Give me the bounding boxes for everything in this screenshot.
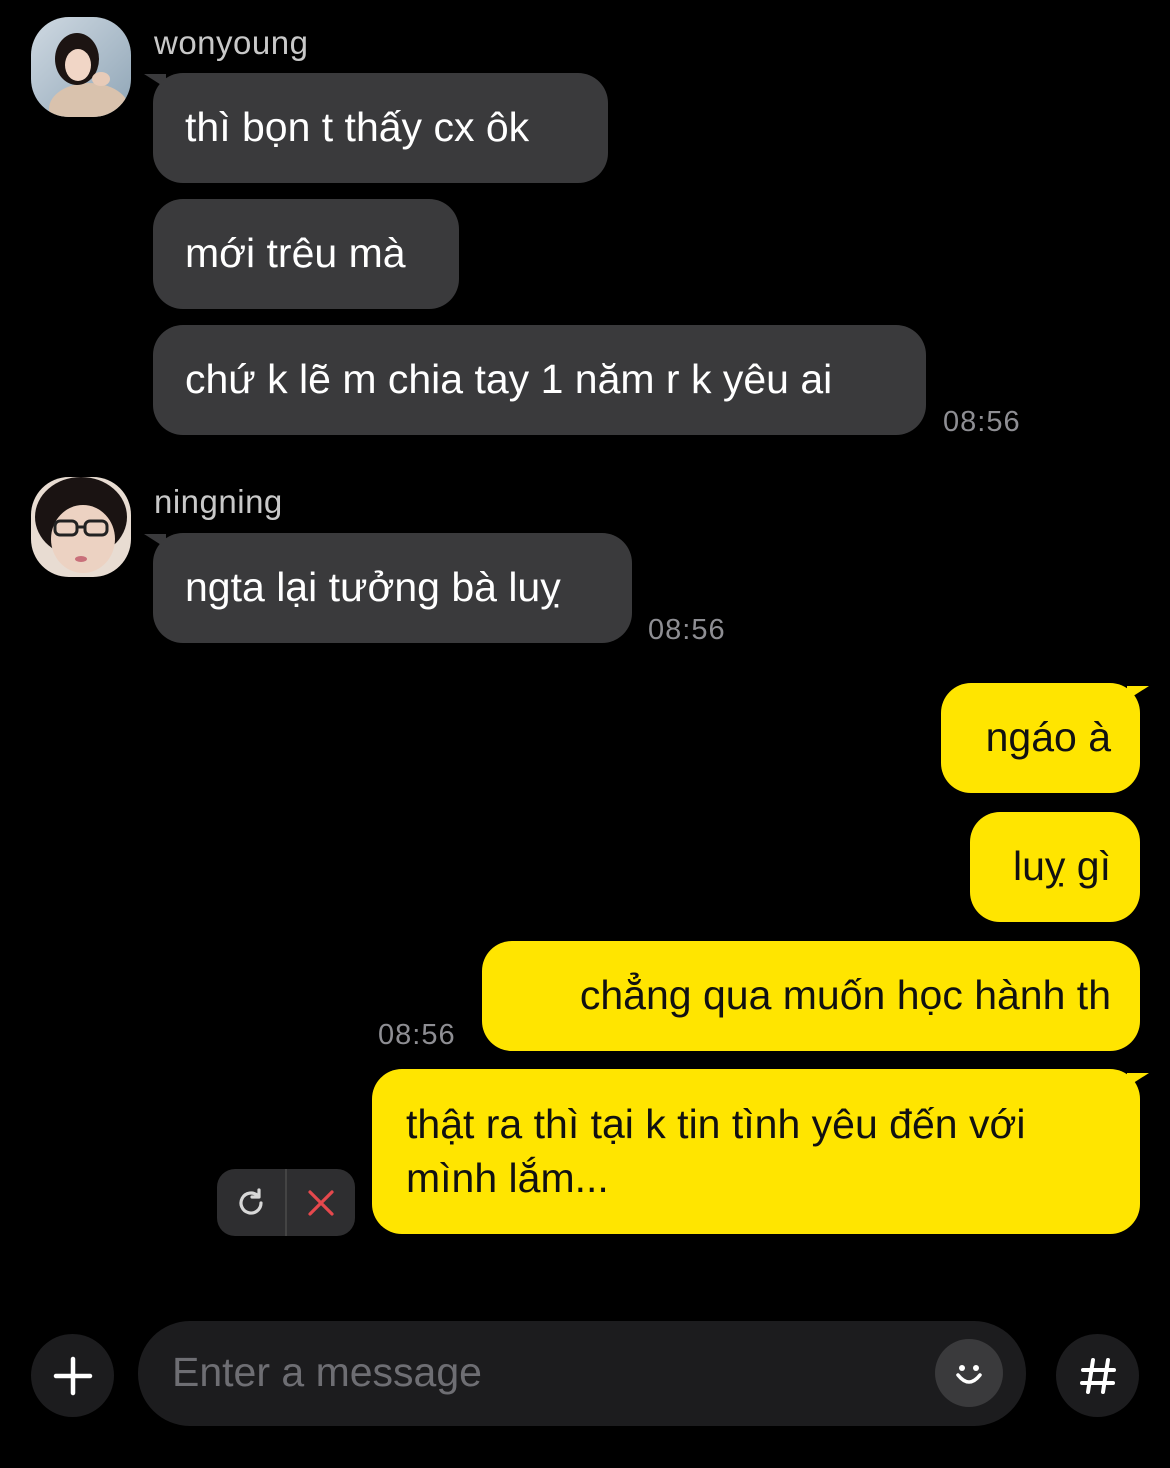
delete-failed-button[interactable] (287, 1169, 355, 1236)
avatar-photo-icon (31, 477, 131, 577)
outgoing-message[interactable]: chẳng qua muốn học hành th (482, 941, 1140, 1051)
failed-outgoing-message[interactable]: thật ra thì tại k tin tình yêu đến với m… (372, 1069, 1140, 1234)
outgoing-message[interactable]: ngáo à (941, 683, 1140, 793)
attach-button[interactable] (31, 1334, 114, 1417)
emoji-icon (956, 1365, 982, 1384)
emoji-button[interactable] (935, 1339, 1003, 1407)
close-icon (308, 1189, 334, 1216)
hashtag-button[interactable] (1056, 1334, 1139, 1417)
message-input[interactable]: Enter a message (138, 1321, 1026, 1426)
resend-button[interactable] (217, 1169, 285, 1236)
avatar-wonyoung[interactable] (31, 17, 131, 117)
message-input-placeholder: Enter a message (172, 1349, 482, 1395)
avatar-photo-icon (31, 17, 131, 117)
incoming-message[interactable]: chứ k lẽ m chia tay 1 năm r k yêu ai (153, 325, 926, 435)
message-timestamp: 08:56 (648, 614, 726, 646)
message-line: mình lắm... (406, 1155, 609, 1201)
incoming-message[interactable]: mới trêu mà (153, 199, 459, 309)
plus-icon (53, 1356, 92, 1395)
incoming-message[interactable]: ngta lại tưởng bà luỵ (153, 533, 632, 643)
incoming-message[interactable]: thì bọn t thấy cx ôk (153, 73, 608, 183)
message-line: thật ra thì tại k tin tình yêu đến với (406, 1101, 1026, 1147)
outgoing-message[interactable]: luỵ gì (970, 812, 1140, 922)
message-timestamp: 08:56 (943, 406, 1021, 438)
sender-name: ningning (154, 483, 283, 520)
message-timestamp: 08:56 (378, 1019, 456, 1051)
sender-name: wonyoung (154, 24, 309, 61)
refresh-icon (239, 1187, 263, 1215)
avatar-ningning[interactable] (31, 477, 131, 577)
failed-send-actions (217, 1169, 355, 1236)
hash-icon (1079, 1357, 1116, 1394)
